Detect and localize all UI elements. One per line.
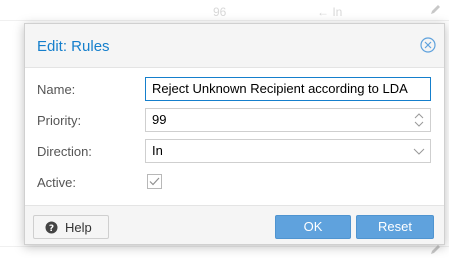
name-field[interactable]: Reject Unknown Recipient according to LD… xyxy=(145,77,431,101)
dialog-title: Edit: Rules xyxy=(37,38,110,55)
active-checkbox[interactable] xyxy=(147,174,162,189)
direction-label: Direction: xyxy=(37,144,92,159)
bg-priority-value: 96 xyxy=(213,5,227,19)
spinner-icon[interactable] xyxy=(412,112,426,128)
priority-stepper[interactable]: 99 xyxy=(145,108,431,132)
bg-direction-value: ← In xyxy=(317,5,343,19)
rule-form: Name: Reject Unknown Recipient according… xyxy=(25,69,444,204)
bg-row-divider xyxy=(0,20,449,21)
close-icon[interactable] xyxy=(420,37,436,53)
pencil-icon[interactable] xyxy=(430,3,442,15)
name-value: Reject Unknown Recipient according to LD… xyxy=(152,81,408,96)
direction-value: In xyxy=(152,143,163,158)
question-circle-icon: ? xyxy=(45,221,58,234)
active-label: Active: xyxy=(37,175,77,190)
edit-rules-dialog: Edit: Rules Name: Reject Unknown Recipie… xyxy=(24,23,445,245)
reset-button[interactable]: Reset xyxy=(356,215,434,239)
dialog-header: Edit: Rules xyxy=(25,24,444,68)
direction-select[interactable]: In xyxy=(145,139,431,163)
name-label: Name: xyxy=(37,82,76,97)
bg-row-divider xyxy=(0,246,449,247)
chevron-down-icon[interactable] xyxy=(412,143,426,159)
help-label: Help xyxy=(65,220,92,235)
svg-text:?: ? xyxy=(49,224,54,234)
priority-value: 99 xyxy=(152,112,167,127)
ok-button[interactable]: OK xyxy=(275,215,351,239)
priority-label: Priority: xyxy=(37,113,82,128)
help-button[interactable]: ? Help xyxy=(33,215,109,239)
dialog-toolbar: ? Help OK Reset xyxy=(25,205,444,244)
